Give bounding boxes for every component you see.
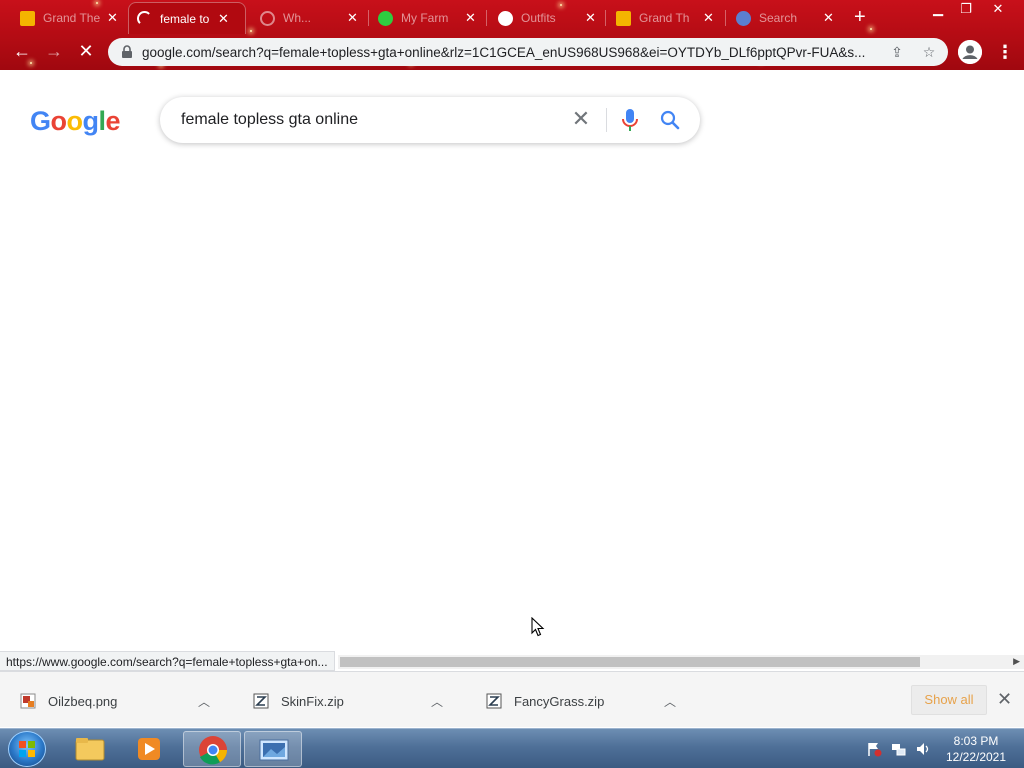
close-icon[interactable]: ✕	[585, 10, 596, 26]
chevron-up-icon[interactable]: ︿	[431, 693, 443, 710]
logo-letter: l	[98, 106, 107, 136]
scrollbar-thumb[interactable]	[340, 657, 920, 667]
download-item[interactable]: Oilzbeq.png ︿	[20, 687, 210, 715]
system-clock[interactable]: 8:03 PM 12/22/2021	[938, 733, 1014, 765]
logo-letter: e	[105, 106, 121, 136]
search-box[interactable]: female topless gta online ✕	[160, 97, 700, 143]
horizontal-scrollbar[interactable]: ▶	[338, 655, 1024, 669]
rockstar-icon	[20, 10, 35, 26]
forward-button[interactable]: →	[42, 40, 66, 64]
pinterest-icon	[498, 10, 513, 26]
zip-file-icon	[253, 693, 269, 709]
tab-strip: Grand The ✕ female to ✕ Wh... ✕ My Farm …	[0, 0, 1024, 34]
photo-viewer-icon	[259, 739, 289, 761]
tab-label: Wh...	[283, 11, 312, 25]
volume-icon[interactable]	[915, 741, 931, 757]
loading-spinner-icon	[137, 11, 152, 26]
tab-search[interactable]: Search ✕	[728, 4, 842, 32]
rockstar-icon	[616, 10, 631, 26]
tab-label: My Farm	[401, 11, 449, 25]
image-file-icon	[20, 693, 36, 709]
share-icon[interactable]: ⇪	[888, 44, 906, 62]
tab-separator	[725, 10, 726, 26]
tab-label: female to	[160, 11, 210, 26]
status-link-url: https://www.google.com/search?q=female+t…	[0, 651, 335, 671]
taskbar-media-player[interactable]	[120, 731, 178, 767]
close-icon[interactable]: ✕	[218, 11, 229, 27]
tab-grand-theft-1[interactable]: Grand The ✕	[12, 4, 126, 32]
close-icon[interactable]: ✕	[703, 10, 714, 26]
taskbar: 8:03 PM 12/22/2021	[0, 728, 1024, 768]
tab-label: Outfits	[521, 11, 556, 25]
restore-button[interactable]: ❐	[952, 0, 980, 20]
tab-separator	[486, 10, 487, 26]
bookmark-star-icon[interactable]: ☆	[920, 44, 938, 62]
tab-separator	[368, 10, 369, 26]
close-icon[interactable]: ✕	[465, 10, 476, 26]
new-tab-button[interactable]: +	[854, 6, 866, 29]
chevron-up-icon[interactable]: ︿	[198, 693, 210, 710]
close-shelf-icon[interactable]: ✕	[997, 688, 1012, 710]
download-filename: SkinFix.zip	[281, 693, 344, 709]
action-center-flag-icon[interactable]	[866, 741, 882, 757]
profile-avatar-icon[interactable]	[958, 40, 982, 64]
scroll-right-arrow-icon[interactable]: ▶	[1013, 656, 1020, 667]
network-icon[interactable]	[891, 741, 907, 757]
tab-outfits[interactable]: Outfits ✕	[490, 4, 604, 32]
download-item[interactable]: FancyGrass.zip ︿	[486, 687, 676, 715]
start-button[interactable]	[8, 731, 46, 767]
show-all-downloads-button[interactable]: Show all	[911, 685, 987, 715]
five-icon	[378, 10, 393, 26]
url-text: google.com/search?q=female+topless+gta+o…	[142, 44, 866, 60]
close-icon[interactable]: ✕	[107, 10, 118, 26]
tab-label: Search	[759, 11, 798, 25]
windows-logo-icon	[19, 741, 35, 757]
whatsapp-icon	[260, 10, 275, 26]
tab-grand-theft-2[interactable]: Grand Th ✕	[608, 4, 722, 32]
search-input[interactable]: female topless gta online	[181, 111, 358, 129]
taskbar-chrome[interactable]	[183, 731, 241, 767]
search-divider	[606, 108, 607, 132]
browser-frame: Grand The ✕ female to ✕ Wh... ✕ My Farm …	[0, 0, 1024, 70]
tab-label: Grand Th	[639, 11, 690, 25]
lock-icon	[122, 45, 132, 58]
toolbar: ← → ✕ google.com/search?q=female+topless…	[0, 34, 1024, 70]
globe-icon	[736, 10, 751, 26]
minimize-button[interactable]: ▁	[924, 0, 952, 20]
tab-female-topless[interactable]: female to ✕	[128, 2, 246, 34]
zip-file-icon	[486, 693, 502, 709]
tab-whatsapp[interactable]: Wh... ✕	[252, 4, 366, 32]
clock-time: 8:03 PM	[953, 734, 999, 748]
tab-label: Grand The	[43, 11, 101, 25]
chevron-up-icon[interactable]: ︿	[664, 693, 676, 710]
logo-letter: g	[82, 106, 100, 136]
search-icon[interactable]	[659, 109, 681, 131]
download-filename: Oilzbeq.png	[48, 693, 118, 709]
logo-letter: o	[50, 106, 68, 136]
clear-search-icon[interactable]: ✕	[570, 108, 592, 131]
close-icon[interactable]: ✕	[347, 10, 358, 26]
chrome-icon	[199, 736, 227, 765]
taskbar-image-viewer[interactable]	[244, 731, 302, 767]
close-window-button[interactable]: ✕	[984, 0, 1012, 20]
logo-letter: o	[66, 106, 84, 136]
tab-separator	[605, 10, 606, 26]
address-bar[interactable]: google.com/search?q=female+topless+gta+o…	[108, 38, 948, 66]
tab-my-farm[interactable]: My Farm ✕	[370, 4, 484, 32]
back-button[interactable]: ←	[10, 40, 34, 64]
stop-loading-button[interactable]: ✕	[74, 40, 98, 64]
clock-date: 12/22/2021	[945, 750, 1007, 764]
logo-letter: G	[30, 106, 51, 136]
download-shelf: Oilzbeq.png ︿ SkinFix.zip ︿ FancyGrass.z…	[0, 671, 1024, 727]
browser-menu-icon[interactable]: ⋮	[996, 40, 1014, 64]
folder-icon	[75, 738, 105, 761]
media-player-icon	[138, 738, 160, 760]
mouse-cursor-icon	[531, 617, 545, 637]
close-icon[interactable]: ✕	[823, 10, 834, 26]
taskbar-file-explorer[interactable]	[60, 731, 118, 767]
google-logo[interactable]: Google	[30, 106, 121, 137]
download-item[interactable]: SkinFix.zip ︿	[253, 687, 443, 715]
microphone-icon[interactable]	[621, 108, 639, 132]
download-filename: FancyGrass.zip	[514, 693, 605, 709]
